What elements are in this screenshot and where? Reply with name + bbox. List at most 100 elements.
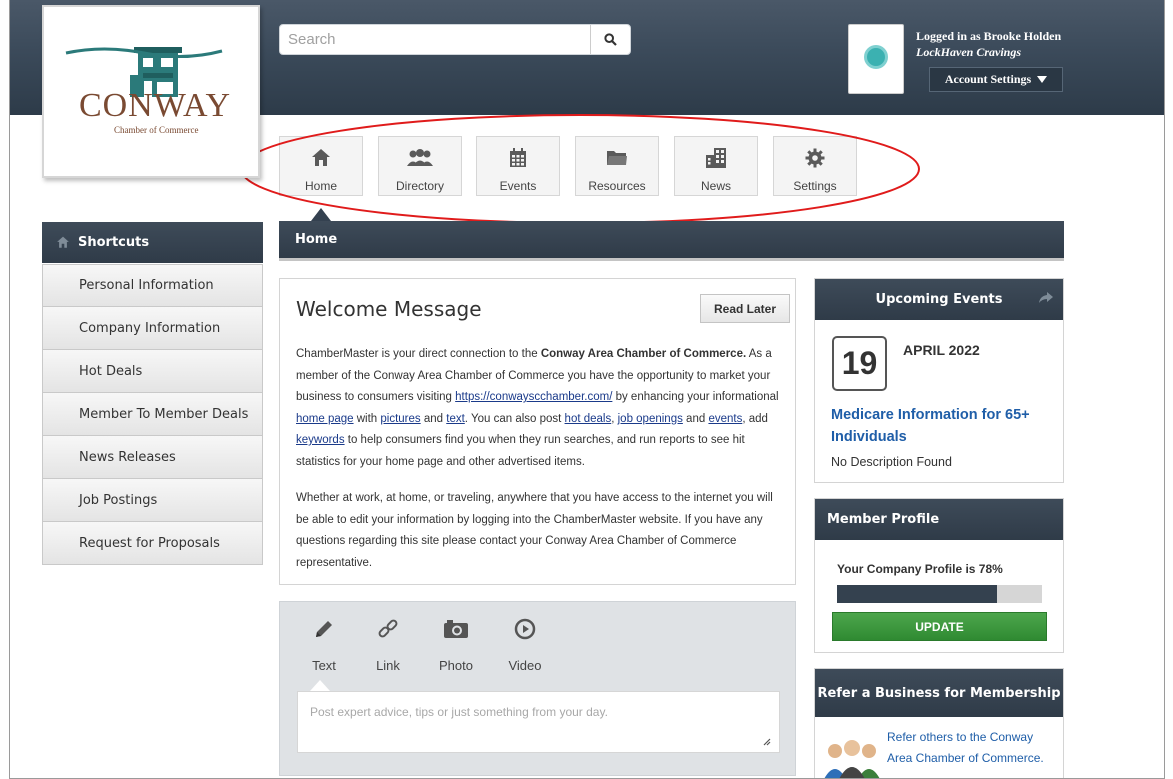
post-type-label: Link xyxy=(376,658,400,673)
resize-handle-icon[interactable] xyxy=(763,738,771,746)
refer-business-header: Refer a Business for Membership xyxy=(815,669,1063,717)
post-type-label: Video xyxy=(508,658,542,673)
camera-icon xyxy=(444,620,468,638)
upcoming-events-header: Upcoming Events xyxy=(815,279,1063,320)
tab-label: Events xyxy=(499,179,537,193)
text-span: to help consumers find you when they run… xyxy=(296,434,745,468)
refer-business-panel: Refer a Business for Membership Refer ot… xyxy=(814,668,1064,778)
shortcut-request-for-proposals[interactable]: Request for Proposals xyxy=(42,522,263,565)
shortcuts-header: Shortcuts xyxy=(42,222,263,263)
chamber-logo[interactable]: CONWAY Chamber of Commerce xyxy=(42,5,260,178)
tab-directory[interactable]: Directory xyxy=(378,136,462,196)
post-type-label: Photo xyxy=(439,658,473,673)
text-span: ChamberMaster is your direct connection … xyxy=(296,348,541,360)
logo-subtitle: Chamber of Commerce xyxy=(114,125,199,135)
shortcut-member-to-member-deals[interactable]: Member To Member Deals xyxy=(42,393,263,436)
account-settings-label: Account Settings xyxy=(944,72,1032,86)
shortcut-news-releases[interactable]: News Releases xyxy=(42,436,263,479)
job-openings-link[interactable]: job openings xyxy=(618,413,683,425)
people-group-icon xyxy=(824,740,880,778)
folder-icon xyxy=(607,151,627,165)
org-name: Conway Area Chamber of Commerce. xyxy=(540,348,747,360)
member-profile-panel: Member Profile Your Company Profile is 7… xyxy=(814,498,1064,653)
text-link[interactable]: text xyxy=(446,413,465,425)
text-span: , add xyxy=(742,412,768,425)
logo-wordmark: CONWAY xyxy=(78,87,232,124)
refer-link[interactable]: Refer others to the Conway Area Chamber … xyxy=(887,727,1057,769)
post-type-label: Text xyxy=(312,658,336,673)
shortcuts-list: Personal Information Company Information… xyxy=(42,264,263,565)
composer-pointer xyxy=(310,680,330,691)
tab-label: Directory xyxy=(395,179,444,193)
account-settings-button[interactable]: Account Settings xyxy=(929,67,1063,92)
shortcuts-title: Shortcuts xyxy=(78,235,150,250)
active-tab-pointer xyxy=(311,208,331,221)
home-page-link[interactable]: home page xyxy=(296,413,354,425)
shortcut-personal-information[interactable]: Personal Information xyxy=(42,264,263,307)
event-date-month: APRIL 2022 xyxy=(903,342,980,358)
search-button[interactable] xyxy=(590,25,630,54)
read-later-button[interactable]: Read Later xyxy=(700,294,790,323)
upcoming-events-title: Upcoming Events xyxy=(875,292,1003,307)
upcoming-events-panel: Upcoming Events 19 APRIL 2022 Medicare I… xyxy=(814,278,1064,483)
user-info: Logged in as Brooke Holden LockHaven Cra… xyxy=(916,28,1061,60)
welcome-paragraph-2: Whether at work, at home, or traveling, … xyxy=(296,492,773,569)
chamber-site-link[interactable]: https://conwayscchamber.com/ xyxy=(455,391,612,403)
tab-home[interactable]: Home xyxy=(279,136,363,196)
shortcut-company-information[interactable]: Company Information xyxy=(42,307,263,350)
logged-in-text: Logged in as Brooke Holden xyxy=(916,29,1062,43)
search-input[interactable] xyxy=(280,25,590,54)
tab-events[interactable]: Events xyxy=(476,136,560,196)
text-span: . You can also post xyxy=(464,412,565,425)
buildings-icon xyxy=(706,148,726,168)
keywords-link[interactable]: keywords xyxy=(296,434,345,446)
play-icon xyxy=(514,618,536,640)
post-textarea[interactable]: Post expert advice, tips or just somethi… xyxy=(297,691,780,753)
tab-news[interactable]: News xyxy=(674,136,758,196)
text-span: by enhancing your informational xyxy=(612,391,779,403)
business-name: LockHaven Cravings xyxy=(916,45,1021,59)
text-span: with xyxy=(353,412,381,425)
caret-down-icon xyxy=(1037,75,1048,83)
event-description: No Description Found xyxy=(831,455,952,469)
shortcut-hot-deals[interactable]: Hot Deals xyxy=(42,350,263,393)
search-bar xyxy=(279,24,631,55)
pencil-icon xyxy=(316,621,332,637)
tab-label: Resources xyxy=(588,179,646,193)
tab-settings[interactable]: Settings xyxy=(773,136,857,196)
welcome-panel: Welcome Message Read Later ChamberMaster… xyxy=(279,278,796,585)
welcome-paragraph-1: ChamberMaster is your direct connection … xyxy=(296,344,784,473)
update-profile-button[interactable]: UPDATE xyxy=(832,612,1047,641)
tab-label: Home xyxy=(304,179,337,193)
event-title-link[interactable]: Medicare Information for 65+ Individuals xyxy=(831,404,1056,448)
gear-icon xyxy=(805,148,825,168)
tab-label: News xyxy=(700,179,731,193)
search-icon xyxy=(604,33,617,46)
home-icon xyxy=(57,236,69,248)
post-type-text[interactable]: Text xyxy=(304,614,344,673)
business-logo-icon xyxy=(864,45,888,69)
users-icon xyxy=(407,149,433,166)
business-avatar[interactable] xyxy=(848,24,904,94)
tab-label: Settings xyxy=(793,179,837,193)
post-placeholder: Post expert advice, tips or just somethi… xyxy=(310,705,608,719)
share-arrow-icon[interactable] xyxy=(1039,292,1053,304)
link-icon xyxy=(378,619,398,638)
pictures-link[interactable]: pictures xyxy=(380,413,420,425)
post-type-link[interactable]: Link xyxy=(368,614,408,673)
page-title: Home xyxy=(279,221,1064,261)
welcome-title: Welcome Message xyxy=(296,297,482,321)
logo-swoosh-icon xyxy=(65,47,223,59)
shortcut-job-postings[interactable]: Job Postings xyxy=(42,479,263,522)
profile-progress-bar xyxy=(837,585,1042,603)
post-composer: Text Link Photo Video Post expert advice… xyxy=(279,601,796,776)
profile-completion-text: Your Company Profile is 78% xyxy=(837,562,1003,576)
tab-resources[interactable]: Resources xyxy=(575,136,659,196)
event-date-day: 19 xyxy=(832,336,887,391)
home-icon xyxy=(312,149,330,166)
post-type-video[interactable]: Video xyxy=(502,614,548,673)
hot-deals-link[interactable]: hot deals xyxy=(565,413,612,425)
events-link[interactable]: events xyxy=(708,413,742,425)
text-span: and xyxy=(420,412,447,425)
post-type-photo[interactable]: Photo xyxy=(433,614,479,673)
